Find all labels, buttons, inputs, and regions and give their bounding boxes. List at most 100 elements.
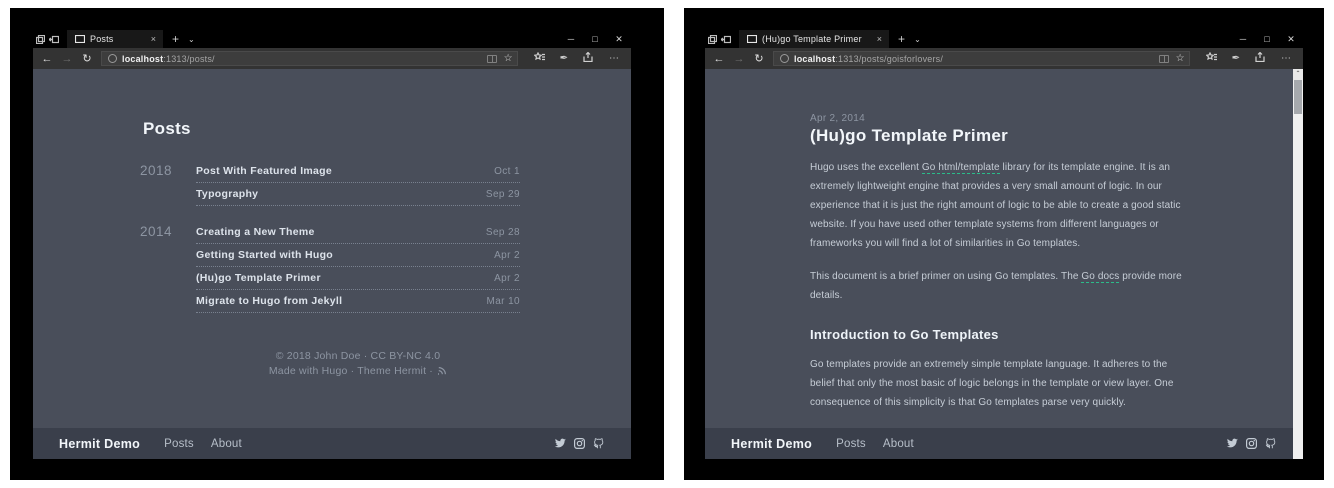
post-date: Sep 28 — [486, 227, 520, 238]
section-heading: Introduction to Go Templates — [810, 327, 1195, 342]
minimize-button[interactable]: ─ — [1231, 34, 1255, 44]
article-title: (Hu)go Template Primer — [810, 126, 1195, 146]
tab-posts[interactable]: Posts × — [67, 30, 163, 48]
browser-toolbar: ✒ ⋯ — [1198, 52, 1297, 65]
post-year-group: 2014Creating a New ThemeSep 28Getting St… — [140, 221, 520, 313]
article-page: Apr 2, 2014 (Hu)go Template Primer Hugo … — [705, 69, 1195, 459]
web-notes-icon[interactable]: ✒ — [560, 53, 568, 64]
address-bar: ← → ↻ localhost :1313/posts/goisforlover… — [705, 48, 1303, 69]
post-title: Post With Featured Image — [196, 165, 332, 177]
navbar-link-about[interactable]: About — [211, 438, 242, 450]
twitter-icon[interactable] — [1226, 438, 1238, 449]
github-icon[interactable] — [1265, 438, 1277, 449]
close-tab-icon[interactable]: × — [867, 34, 882, 44]
post-rows: Post With Featured ImageOct 1TypographyS… — [196, 160, 520, 206]
inline-link[interactable]: Go docs — [1081, 271, 1119, 283]
left-screenshot-backdrop: Posts × + ⌄ ─ □ ✕ ← → ↻ localhost :131 — [10, 8, 664, 480]
made-with-line: Made with Hugo · Theme Hermit · — [196, 364, 520, 380]
instagram-icon[interactable] — [1246, 438, 1257, 449]
favorite-star-icon[interactable]: ☆ — [1176, 53, 1185, 64]
social-icons — [1226, 438, 1277, 449]
close-button[interactable]: ✕ — [1279, 34, 1303, 45]
url-input[interactable]: localhost :1313/posts/goisforlovers/ ☆ — [773, 51, 1190, 66]
site-brand[interactable]: Hermit Demo — [59, 437, 140, 451]
new-tab-button[interactable]: + — [172, 32, 179, 46]
refresh-button[interactable]: ↻ — [77, 52, 97, 65]
navbar-links: Posts About — [836, 438, 914, 450]
url-input[interactable]: localhost :1313/posts/ ☆ — [101, 51, 518, 66]
text-run: This document is a brief primer on using… — [810, 271, 1081, 282]
page-content-posts: Posts 2018Post With Featured ImageOct 1T… — [33, 69, 631, 459]
tab-preview-chevron-icon[interactable]: ⌄ — [188, 35, 195, 44]
back-button[interactable]: ← — [37, 53, 57, 65]
new-tab-button[interactable]: + — [898, 32, 905, 46]
inline-link[interactable]: Go html/template — [922, 162, 1000, 174]
more-options-icon[interactable]: ⋯ — [609, 53, 619, 64]
post-list-item[interactable]: (Hu)go Template PrimerApr 2 — [196, 267, 520, 290]
restore-tabs-icon[interactable] — [719, 35, 733, 44]
post-date: Sep 29 — [486, 189, 520, 200]
favorite-star-icon[interactable]: ☆ — [504, 53, 513, 64]
post-list-item[interactable]: Migrate to Hugo from JekyllMar 10 — [196, 290, 520, 313]
tab-preview-chevron-icon[interactable]: ⌄ — [914, 35, 921, 44]
year-label: 2014 — [140, 221, 196, 313]
site-info-icon[interactable] — [108, 54, 117, 63]
scroll-up-icon[interactable]: ⌃ — [1293, 69, 1303, 80]
posts-groups: 2018Post With Featured ImageOct 1Typogra… — [140, 160, 520, 313]
page-scrollbar[interactable]: ⌃ — [1293, 69, 1303, 459]
year-label: 2018 — [140, 160, 196, 206]
forward-button[interactable]: → — [57, 53, 77, 65]
browser-toolbar: ✒ ⋯ — [526, 52, 625, 65]
hub-icon[interactable] — [534, 52, 545, 65]
page-favicon-icon — [747, 35, 757, 43]
right-screenshot-backdrop: (Hu)go Template Primer × + ⌄ ─ □ ✕ ← → ↻… — [684, 8, 1324, 480]
web-notes-icon[interactable]: ✒ — [1232, 53, 1240, 64]
post-rows: Creating a New ThemeSep 28Getting Starte… — [196, 221, 520, 313]
post-list-item[interactable]: TypographySep 29 — [196, 183, 520, 206]
rss-icon[interactable] — [438, 365, 447, 380]
hub-icon[interactable] — [1206, 52, 1217, 65]
address-bar: ← → ↻ localhost :1313/posts/ ☆ ✒ — [33, 48, 631, 69]
post-list-item[interactable]: Getting Started with HugoApr 2 — [196, 244, 520, 267]
post-year-group: 2018Post With Featured ImageOct 1Typogra… — [140, 160, 520, 206]
site-brand[interactable]: Hermit Demo — [731, 437, 812, 451]
post-title: (Hu)go Template Primer — [196, 272, 321, 284]
set-aside-tabs-icon[interactable] — [33, 35, 47, 44]
reading-view-icon[interactable] — [487, 55, 497, 63]
github-icon[interactable] — [593, 438, 605, 449]
reading-view-icon[interactable] — [1159, 55, 1169, 63]
article-paragraph: Go templates provide an extremely simple… — [810, 355, 1188, 412]
close-tab-icon[interactable]: × — [141, 34, 156, 44]
article-body: Hugo uses the excellent Go html/template… — [810, 158, 1195, 459]
tab-title: Posts — [90, 34, 114, 44]
scrollbar-thumb[interactable] — [1294, 80, 1302, 114]
article-date: Apr 2, 2014 — [810, 113, 1195, 124]
maximize-button[interactable]: □ — [1255, 34, 1279, 44]
navbar-link-posts[interactable]: Posts — [836, 438, 866, 450]
minimize-button[interactable]: ─ — [559, 34, 583, 44]
tab-bar: (Hu)go Template Primer × + ⌄ ─ □ ✕ — [705, 30, 1303, 48]
instagram-icon[interactable] — [574, 438, 585, 449]
forward-button[interactable]: → — [729, 53, 749, 65]
site-info-icon[interactable] — [780, 54, 789, 63]
back-button[interactable]: ← — [709, 53, 729, 65]
share-icon[interactable] — [1255, 52, 1266, 65]
text-run: library for its template engine. It is a… — [810, 162, 1181, 249]
tab-article[interactable]: (Hu)go Template Primer × — [739, 30, 889, 48]
navbar-link-posts[interactable]: Posts — [164, 438, 194, 450]
refresh-button[interactable]: ↻ — [749, 52, 769, 65]
post-list-item[interactable]: Creating a New ThemeSep 28 — [196, 221, 520, 244]
tab-title: (Hu)go Template Primer — [762, 34, 862, 44]
url-host: localhost — [122, 54, 163, 64]
post-list-item[interactable]: Post With Featured ImageOct 1 — [196, 160, 520, 183]
restore-tabs-icon[interactable] — [47, 35, 61, 44]
social-icons — [554, 438, 605, 449]
share-icon[interactable] — [583, 52, 594, 65]
twitter-icon[interactable] — [554, 438, 566, 449]
more-options-icon[interactable]: ⋯ — [1281, 53, 1291, 64]
maximize-button[interactable]: □ — [583, 34, 607, 44]
close-button[interactable]: ✕ — [607, 34, 631, 45]
navbar-link-about[interactable]: About — [883, 438, 914, 450]
set-aside-tabs-icon[interactable] — [705, 35, 719, 44]
window-controls: ─ □ ✕ — [559, 34, 631, 45]
